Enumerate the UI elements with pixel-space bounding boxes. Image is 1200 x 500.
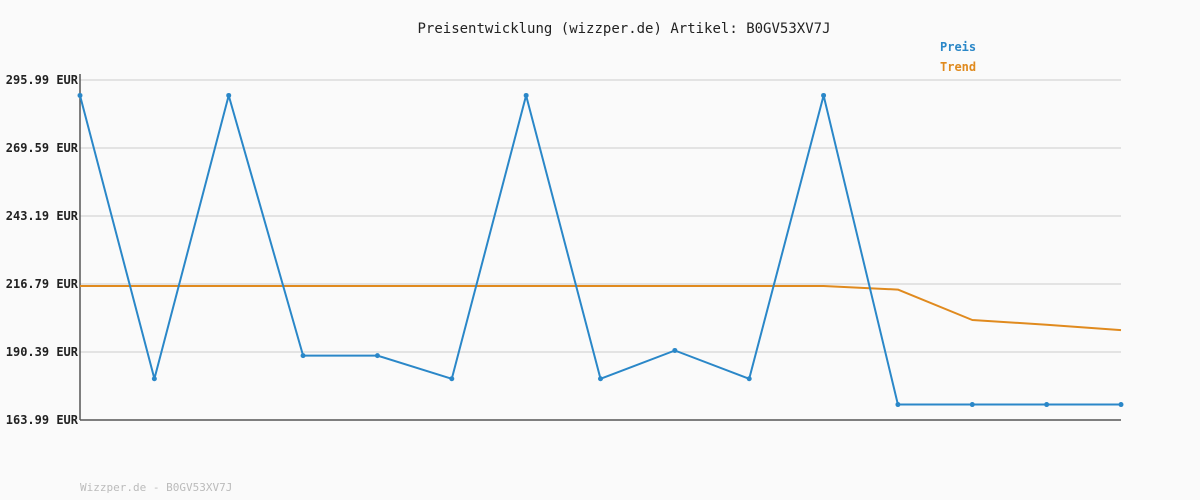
series-line-preis xyxy=(79,94,1121,406)
chart-canvas: Preisentwicklung (wizzper.de) Artikel: B… xyxy=(6,21,1124,494)
series-layer xyxy=(77,92,1124,408)
price-chart: Preisentwicklung (wizzper.de) Artikel: B… xyxy=(0,0,1200,500)
data-point-preis xyxy=(672,347,678,353)
data-point-preis xyxy=(77,92,83,98)
legend: Preis Trend xyxy=(940,40,976,74)
y-tick-label: 269.59 EUR xyxy=(6,141,79,155)
data-point-preis xyxy=(821,92,827,98)
legend-entry-preis: Preis xyxy=(940,40,976,54)
y-tick-label: 163.99 EUR xyxy=(6,413,79,427)
data-point-preis xyxy=(598,376,603,382)
y-tick-label: 190.39 EUR xyxy=(6,345,79,359)
data-point-preis xyxy=(969,402,975,408)
data-point-preis xyxy=(523,92,529,98)
data-point-preis xyxy=(151,376,157,382)
series-line-trend xyxy=(80,285,1122,332)
data-point-preis xyxy=(300,353,306,359)
footer-watermark: Wizzper.de - B0GV53XV7J xyxy=(80,481,232,494)
axis-layer: 295.99 EUR 269.59 EUR 243.19 EUR 216.79 EUR… xyxy=(6,73,1121,427)
data-point-preis xyxy=(895,402,901,408)
chart-title: Preisentwicklung (wizzper.de) Artikel: B… xyxy=(417,21,830,37)
data-point-preis xyxy=(374,353,380,359)
data-point-preis xyxy=(449,376,455,382)
data-point-preis xyxy=(1118,402,1124,408)
y-tick-label: 216.79 EUR xyxy=(6,277,79,291)
y-tick-label: 243.19 EUR xyxy=(6,209,79,223)
data-point-preis xyxy=(226,92,232,98)
y-tick-label: 295.99 EUR xyxy=(6,73,79,87)
data-point-preis xyxy=(746,376,752,382)
legend-entry-trend: Trend xyxy=(940,60,976,74)
data-point-preis xyxy=(1044,402,1050,408)
